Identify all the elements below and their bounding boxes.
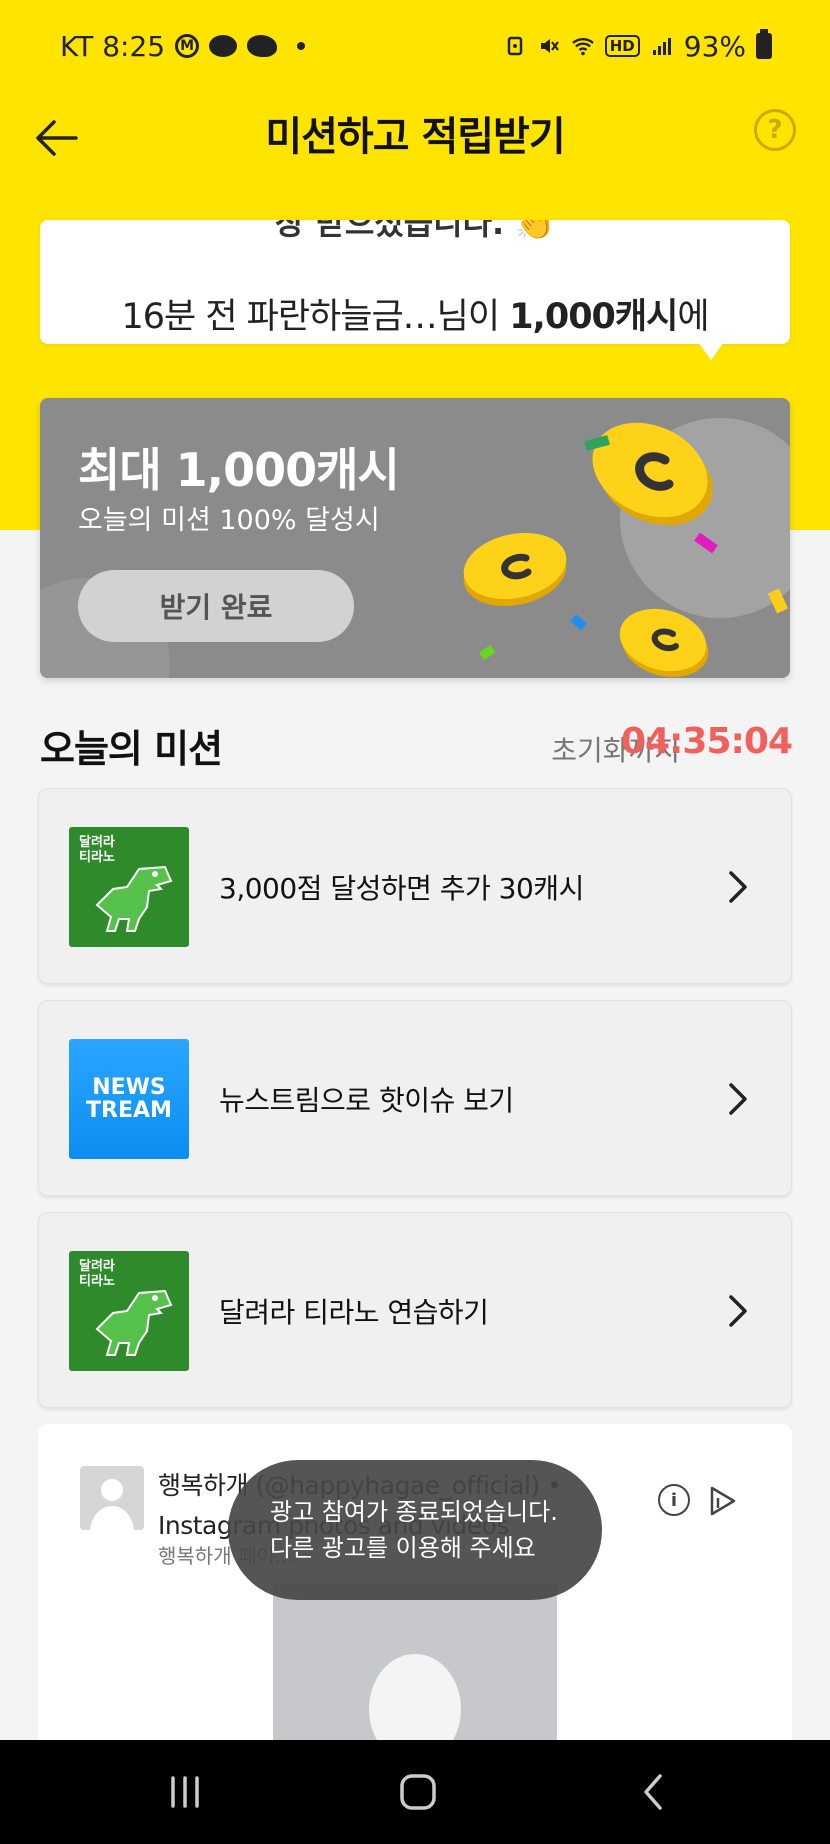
status-bar: KT 8:25 M HD 93%: [0, 0, 830, 92]
chevron-right-icon: [729, 1083, 747, 1115]
ticker-suffix: 에: [677, 297, 709, 337]
system-nav-bar: [0, 1740, 830, 1844]
user-silhouette-icon: [90, 1479, 134, 1530]
recents-icon: [171, 1776, 199, 1808]
help-button[interactable]: ?: [754, 109, 796, 151]
mission-item[interactable]: 달려라 티라노 3,000점 달성하면 추가 30캐시: [38, 788, 792, 984]
banner-subtitle: 오늘의 미션 100% 달성시: [78, 505, 380, 536]
coin-icon: [619, 608, 709, 678]
signal-icon: [652, 38, 671, 55]
coin-icon: [463, 532, 567, 607]
back-icon: [644, 1774, 662, 1810]
confetti-icon: [570, 614, 587, 631]
newstream-logo: NEWS TREAM: [86, 1075, 172, 1123]
banner-title: 최대 1,000캐시: [78, 443, 400, 497]
talk-icon: [209, 35, 238, 57]
hd-icon: HD: [604, 35, 640, 57]
toast-line-1: 광고 참여가 종료되었습니다.: [270, 1498, 558, 1526]
info-icon[interactable]: i: [658, 1484, 690, 1516]
chevron-right-icon: [729, 871, 747, 903]
confetti-icon: [478, 644, 496, 661]
page-title: 미션하고 적립받기: [265, 114, 565, 160]
app-bar: 미션하고 적립받기 ?: [0, 92, 830, 188]
newstream-thumbnail: NEWS TREAM: [69, 1039, 189, 1159]
chevron-right-icon: [729, 1295, 747, 1327]
mute-icon: [540, 39, 559, 53]
home-button[interactable]: [393, 1770, 443, 1814]
reward-banner: 최대 1,000캐시 오늘의 미션 100% 달성시 받기 완료: [40, 398, 790, 678]
thumb-caption: 달려라 티라노: [79, 835, 115, 865]
avatar: [80, 1466, 144, 1530]
claim-complete-button[interactable]: 받기 완료: [78, 570, 354, 642]
wifi-icon: [571, 38, 594, 56]
home-icon: [400, 1774, 436, 1810]
ticker-tail: [698, 342, 724, 360]
mission-label: 달려라 티라노 연습하기: [219, 1296, 489, 1329]
confetti-icon: [767, 588, 789, 614]
m-circle-icon: M: [175, 34, 200, 58]
mission-item[interactable]: 달려라 티라노 달려라 티라노 연습하기: [38, 1212, 792, 1408]
dot-icon: [297, 42, 306, 50]
mission-label: 3,000점 달성하면 추가 30캐시: [219, 872, 584, 905]
talk2-icon: [247, 35, 278, 57]
battery-icon: [756, 29, 772, 59]
ticker-current-text: 16분 전 파란하늘금…님이 1,000캐시에: [40, 288, 790, 339]
coin-icon: [592, 422, 713, 526]
recents-button[interactable]: [160, 1770, 210, 1814]
reward-ticker: 장 받으셨습니다. 👏 16분 전 파란하늘금…님이 1,000캐시에: [40, 220, 790, 344]
carrier-time: KT 8:25: [60, 29, 166, 63]
toast-line-2: 다른 광고를 이용해 주세요: [270, 1534, 536, 1562]
reset-timer: 04:35:04: [620, 721, 793, 762]
dino-game-thumbnail: 달려라 티라노: [69, 1251, 189, 1371]
ticker-amount: 1,000캐시: [509, 297, 678, 337]
toast-message: 광고 참여가 종료되었습니다. 다른 광고를 이용해 주세요: [228, 1460, 602, 1600]
thumb-caption: 달려라 티라노: [79, 1259, 115, 1289]
mission-item[interactable]: NEWS TREAM 뉴스트림으로 핫이슈 보기: [38, 1000, 792, 1196]
ticker-prefix: 16분 전 파란하늘금…님이: [121, 297, 510, 337]
dino-game-thumbnail: 달려라 티라노: [69, 827, 189, 947]
confetti-icon: [694, 532, 718, 554]
battery-percent: 93%: [683, 29, 746, 63]
adchoices-icon[interactable]: [706, 1484, 740, 1518]
ticker-previous-text: 장 받으셨습니다. 👏: [274, 220, 556, 242]
question-circle-icon: ?: [767, 115, 783, 145]
vibrate-icon: [507, 36, 522, 56]
status-right: HD 93%: [503, 29, 772, 63]
status-left: KT 8:25 M: [60, 29, 306, 63]
mission-label: 뉴스트림으로 핫이슈 보기: [219, 1084, 514, 1117]
system-back-button[interactable]: [628, 1770, 678, 1814]
coins-illustration: [463, 422, 789, 678]
section-title: 오늘의 미션: [40, 727, 223, 771]
